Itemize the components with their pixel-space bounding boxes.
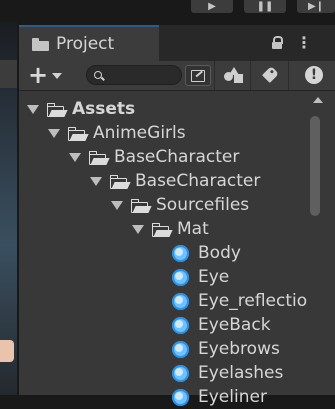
- expand-arrow-icon[interactable]: [69, 152, 81, 162]
- tree-asset-row[interactable]: Eye: [172, 265, 229, 289]
- folder-open-icon: [89, 150, 110, 165]
- material-icon: [172, 292, 189, 310]
- expand-arrow-icon[interactable]: [48, 128, 60, 138]
- folder-icon: [32, 37, 49, 51]
- kebab-menu-icon[interactable]: ⋮: [296, 34, 312, 52]
- filter-by-label-icon: [262, 66, 279, 83]
- tab-project[interactable]: Project: [19, 25, 159, 61]
- tree-item-label: Eyeliner: [198, 387, 267, 407]
- tree-item-label: Body: [198, 243, 241, 263]
- tree-item-label: Eyelashes: [198, 363, 284, 383]
- add-asset-button[interactable]: +: [26, 61, 68, 89]
- expand-arrow-icon[interactable]: [27, 104, 39, 114]
- tree-folder-row[interactable]: Assets: [27, 97, 135, 121]
- folder-open-icon: [110, 174, 131, 189]
- tree-folder-row[interactable]: BaseCharacter: [69, 145, 239, 169]
- material-icon: [172, 364, 189, 382]
- search-mode-button[interactable]: [185, 65, 211, 86]
- play-button[interactable]: ▶: [191, 0, 233, 13]
- errors-button[interactable]: !: [288, 61, 335, 90]
- search-field[interactable]: [86, 65, 182, 85]
- chevron-down-icon: [52, 73, 63, 79]
- tab-title: Project: [56, 34, 115, 54]
- scene-character-hand: [0, 340, 14, 362]
- tree-asset-row[interactable]: Eyebrows: [172, 337, 280, 361]
- scene-toolbar-edge: [0, 60, 17, 88]
- expand-arrow-icon[interactable]: [132, 224, 144, 234]
- tree-item-label: BaseCharacter: [135, 171, 261, 191]
- tree-folder-row[interactable]: BaseCharacter: [90, 169, 260, 193]
- scroll-up-icon[interactable]: [313, 97, 323, 103]
- scrollbar-thumb[interactable]: [310, 116, 320, 216]
- folder-open-icon: [152, 222, 173, 237]
- tree-item-label: Mat: [177, 219, 209, 239]
- folder-open-icon: [68, 126, 89, 141]
- pause-button[interactable]: ❚❚: [244, 0, 286, 13]
- tree-item-label: EyeBack: [198, 315, 271, 335]
- tree-item-label: Eye_reflectio: [198, 291, 308, 311]
- scene-view-edge[interactable]: [0, 22, 17, 395]
- tree-asset-row[interactable]: EyeBack: [172, 313, 271, 337]
- errors-icon: !: [305, 66, 323, 84]
- expand-arrow-icon[interactable]: [90, 176, 102, 186]
- lock-icon[interactable]: [272, 36, 283, 49]
- search-input[interactable]: [105, 67, 179, 83]
- material-icon: [172, 244, 189, 262]
- material-icon: [172, 316, 189, 334]
- tree-item-label: AnimeGirls: [93, 123, 186, 143]
- folder-open-icon: [131, 198, 152, 213]
- filter-by-label-button[interactable]: [250, 61, 288, 90]
- tree-item-label: Eyebrows: [198, 339, 280, 359]
- folder-open-icon: [47, 102, 68, 117]
- step-icon: ▶❙: [307, 1, 325, 12]
- tree-asset-row[interactable]: Eye_reflectio: [172, 289, 307, 313]
- play-icon: ▶: [208, 1, 216, 12]
- tree-folder-row[interactable]: Sourcefiles: [111, 193, 249, 217]
- tree-folder-row[interactable]: Mat: [132, 217, 209, 241]
- tree-item-label: Assets: [72, 99, 136, 119]
- tree-item-label: BaseCharacter: [114, 147, 240, 167]
- tree-folder-row[interactable]: AnimeGirls: [48, 121, 186, 145]
- tree-item-label: Eye: [198, 267, 230, 287]
- tree-asset-row[interactable]: Eyeliner: [172, 385, 267, 409]
- plus-icon: +: [28, 61, 49, 89]
- material-icon: [172, 388, 189, 406]
- tree-asset-row[interactable]: Eyelashes: [172, 361, 283, 385]
- search-icon: [94, 71, 102, 79]
- expand-arrow-icon[interactable]: [111, 200, 123, 210]
- material-icon: [172, 268, 189, 286]
- tree-item-label: Sourcefiles: [156, 195, 250, 215]
- tree-asset-row[interactable]: Body: [172, 241, 241, 265]
- step-button[interactable]: ▶❙: [297, 0, 335, 13]
- filter-by-type-button[interactable]: [214, 61, 250, 90]
- material-icon: [172, 340, 189, 358]
- pause-icon: ❚❚: [256, 1, 274, 12]
